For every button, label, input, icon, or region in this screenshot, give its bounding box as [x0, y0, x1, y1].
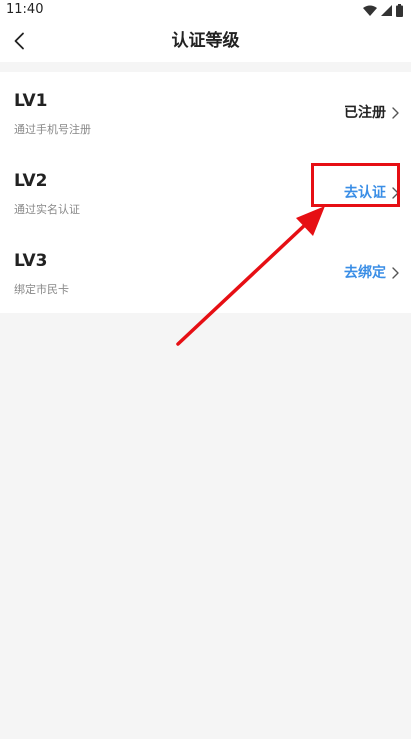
chevron-right-icon [392, 107, 399, 119]
status-time: 11:40 [6, 2, 44, 17]
chevron-right-icon [392, 267, 399, 279]
level-title: LV1 [14, 91, 48, 111]
status-bar: 11:40 [0, 0, 411, 20]
level-subtitle: 绑定市民卡 [14, 283, 69, 296]
action-label: 去认证 [344, 185, 386, 201]
level-row-lv1: LV1 通过手机号注册 已注册 [0, 72, 411, 152]
level-action-lv3[interactable]: 去绑定 [344, 263, 399, 283]
wifi-icon [363, 5, 377, 16]
action-label: 已注册 [344, 105, 386, 121]
level-subtitle: 通过实名认证 [14, 203, 80, 216]
level-list: LV1 通过手机号注册 已注册 LV2 通过实名认证 去认证 LV3 绑定市民卡… [0, 72, 411, 313]
level-subtitle: 通过手机号注册 [14, 123, 91, 136]
page-title: 认证等级 [171, 31, 240, 51]
level-action-lv1[interactable]: 已注册 [344, 103, 399, 123]
level-row-lv2: LV2 通过实名认证 去认证 [0, 152, 411, 232]
status-icons [363, 3, 403, 17]
level-row-lv3: LV3 绑定市民卡 去绑定 [0, 232, 411, 312]
battery-icon [396, 3, 403, 17]
signal-icon [381, 4, 392, 16]
header: 认证等级 [0, 20, 411, 62]
action-label: 去绑定 [344, 265, 386, 281]
level-action-lv2[interactable]: 去认证 [344, 183, 399, 203]
level-title: LV3 [14, 251, 48, 271]
level-title: LV2 [14, 171, 48, 191]
chevron-right-icon [392, 187, 399, 199]
